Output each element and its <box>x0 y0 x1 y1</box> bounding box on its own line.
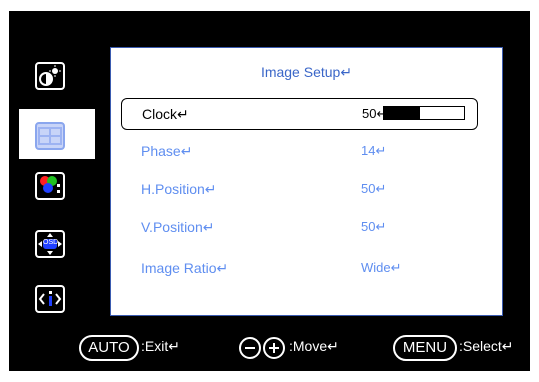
color-icon <box>40 176 60 193</box>
sidebar-item-image-setup[interactable] <box>35 122 65 150</box>
menu-key-label: :Select↵ <box>459 338 514 354</box>
row-label: Phase↵ <box>141 143 193 159</box>
row-phase[interactable]: Phase↵ 14↵ <box>121 136 478 168</box>
row-value: Wide↵ <box>361 260 402 275</box>
row-value: 50↵ <box>361 219 387 234</box>
minus-key-icon[interactable] <box>239 337 261 359</box>
osd-icon-text: OSD <box>43 239 59 246</box>
row-v-position[interactable]: V.Position↵ 50↵ <box>121 212 478 244</box>
information-icon <box>38 291 62 306</box>
key-legend: AUTO :Exit↵ :Move↵ MENU :Select↵ <box>0 335 539 369</box>
row-h-position[interactable]: H.Position↵ 50↵ <box>121 174 478 206</box>
row-image-ratio[interactable]: Image Ratio↵ Wide↵ <box>121 253 478 285</box>
brightness-contrast-icon <box>39 65 61 86</box>
row-value: 50↵ <box>361 181 387 196</box>
row-clock[interactable]: Clock↵ 50↵ <box>121 98 478 130</box>
row-value: 14↵ <box>361 143 387 158</box>
row-label: V.Position↵ <box>141 219 215 235</box>
row-label: Image Ratio↵ <box>141 260 229 276</box>
sidebar-item-osd-position[interactable]: OSD <box>35 230 65 258</box>
move-key-label: :Move↵ <box>289 338 339 354</box>
sidebar-item-brightness[interactable] <box>35 62 65 90</box>
auto-key[interactable]: AUTO <box>79 335 139 361</box>
row-label: Clock↵ <box>142 106 189 122</box>
menu-key[interactable]: MENU <box>393 335 457 361</box>
row-label: H.Position↵ <box>141 181 217 197</box>
plus-key-icon[interactable] <box>263 337 285 359</box>
panel-title: Image Setup↵ <box>260 64 353 80</box>
clock-slider[interactable] <box>383 106 465 120</box>
sidebar-item-information[interactable] <box>35 285 65 313</box>
auto-key-label: :Exit↵ <box>141 338 180 354</box>
image-setup-icon <box>38 127 62 145</box>
image-setup-panel: Image Setup↵ Clock↵ 50↵ Phase↵ 14↵ H.Pos… <box>110 47 503 316</box>
sidebar-item-color[interactable] <box>35 172 65 200</box>
clock-slider-fill <box>384 107 420 119</box>
